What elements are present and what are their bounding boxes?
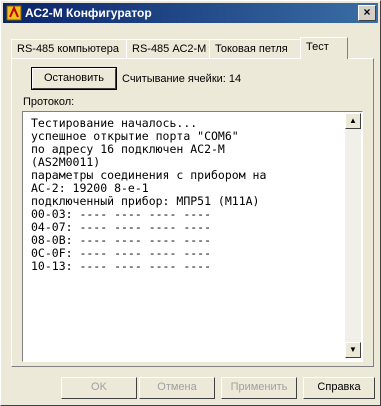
dialog-window: АС2-М Конфигуратор × RS-485 компьютера R… [0, 0, 381, 406]
apply-button[interactable]: Применить [221, 377, 297, 399]
log-scrollbar[interactable]: ▲ ▼ [345, 113, 361, 358]
tab-test[interactable]: Тест [300, 37, 348, 59]
help-button[interactable]: Справка [303, 377, 375, 399]
cell-read-status: Считывание ячейки: 14 [122, 73, 242, 85]
close-button[interactable]: × [358, 5, 376, 21]
scroll-down-icon[interactable]: ▼ [345, 342, 361, 358]
scroll-up-icon[interactable]: ▲ [345, 113, 361, 129]
cancel-button[interactable]: Отмена [139, 377, 215, 399]
window-title: АС2-М Конфигуратор [25, 6, 152, 20]
tab-rs485-computer[interactable]: RS-485 компьютера [11, 39, 127, 58]
app-icon [6, 5, 22, 21]
tab-rs485-ac2m[interactable]: RS-485 АС2-М [126, 39, 210, 58]
test-panel: Остановить Считывание ячейки: 14 Протоко… [11, 58, 374, 367]
protocol-log-text: Тестирование началось... успешное открыт… [31, 116, 267, 273]
tab-current-loop[interactable]: Токовая петля [209, 39, 301, 58]
title-bar[interactable]: АС2-М Конфигуратор × [3, 3, 378, 23]
stop-button[interactable]: Остановить [32, 68, 116, 89]
ok-button[interactable]: OK [61, 377, 137, 399]
protocol-label: Протокол: [23, 96, 75, 108]
protocol-log[interactable]: Тестирование началось... успешное открыт… [22, 111, 363, 362]
